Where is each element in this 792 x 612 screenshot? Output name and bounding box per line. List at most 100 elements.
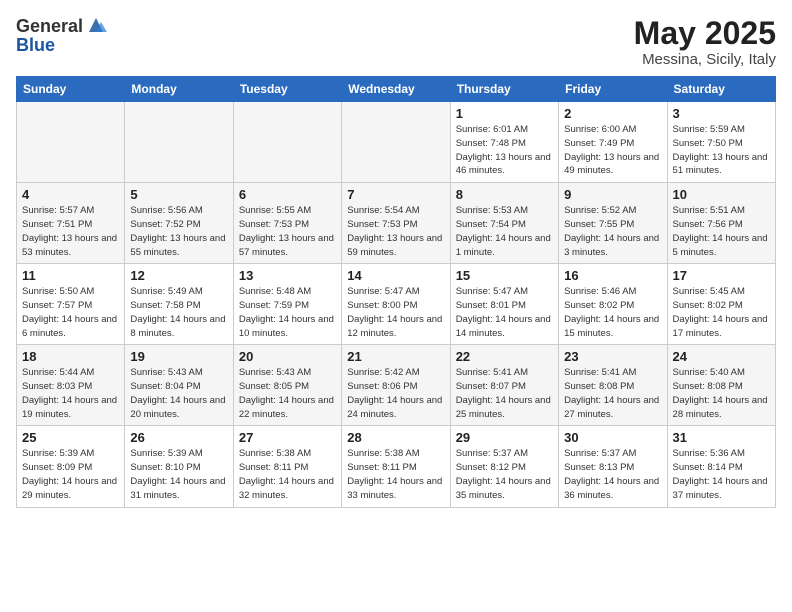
day-info: Sunrise: 6:00 AMSunset: 7:49 PMDaylight:… [564,123,661,178]
day-number: 25 [22,430,119,445]
day-info: Sunrise: 5:39 AMSunset: 8:10 PMDaylight:… [130,447,227,502]
calendar-cell [233,102,341,183]
calendar-cell: 3 Sunrise: 5:59 AMSunset: 7:50 PMDaylight… [667,102,775,183]
calendar-week-row: 1 Sunrise: 6:01 AMSunset: 7:48 PMDaylight… [17,102,776,183]
day-info: Sunrise: 5:37 AMSunset: 8:13 PMDaylight:… [564,447,661,502]
day-number: 15 [456,268,553,283]
calendar-cell: 29Sunrise: 5:37 AMSunset: 8:12 PMDayligh… [450,426,558,507]
calendar-cell: 23 Sunrise: 5:41 AMSunset: 8:08 PMDayligh… [559,345,667,426]
day-number: 6 [239,187,336,202]
logo-icon [85,14,107,36]
title-area: May 2025 Messina, Sicily, Italy [634,16,776,68]
day-info: Sunrise: 5:47 AMSunset: 8:00 PMDaylight:… [347,285,444,340]
calendar-week-row: 25 Sunrise: 5:39 AMSunset: 8:09 PMDayligh… [17,426,776,507]
calendar-cell: 27 Sunrise: 5:38 AMSunset: 8:11 PMDayligh… [233,426,341,507]
day-number: 9 [564,187,661,202]
day-number: 13 [239,268,336,283]
col-tuesday: Tuesday [233,77,341,102]
day-info: Sunrise: 5:46 AMSunset: 8:02 PMDaylight:… [564,285,661,340]
day-info: Sunrise: 5:41 AMSunset: 8:07 PMDaylight:… [456,366,553,421]
calendar-cell: 19Sunrise: 5:43 AMSunset: 8:04 PMDayligh… [125,345,233,426]
calendar-cell: 10 Sunrise: 5:51 AMSunset: 7:56 PMDayligh… [667,183,775,264]
calendar-cell: 15 Sunrise: 5:47 AMSunset: 8:01 PMDayligh… [450,264,558,345]
day-number: 22 [456,349,553,364]
day-number: 10 [673,187,770,202]
day-number: 20 [239,349,336,364]
calendar-cell: 7 Sunrise: 5:54 AMSunset: 7:53 PMDaylight… [342,183,450,264]
calendar-title: May 2025 [634,16,776,51]
day-info: Sunrise: 5:55 AMSunset: 7:53 PMDaylight:… [239,204,336,259]
day-number: 2 [564,106,661,121]
day-info: Sunrise: 5:43 AMSunset: 8:05 PMDaylight:… [239,366,336,421]
day-number: 24 [673,349,770,364]
calendar-cell: 31Sunrise: 5:36 AMSunset: 8:14 PMDayligh… [667,426,775,507]
day-number: 4 [22,187,119,202]
day-number: 18 [22,349,119,364]
day-number: 7 [347,187,444,202]
calendar-week-row: 11 Sunrise: 5:50 AMSunset: 7:57 PMDayligh… [17,264,776,345]
day-number: 17 [673,268,770,283]
day-number: 1 [456,106,553,121]
calendar-subtitle: Messina, Sicily, Italy [634,51,776,68]
calendar-cell: 8 Sunrise: 5:53 AMSunset: 7:54 PMDaylight… [450,183,558,264]
calendar-cell: 30 Sunrise: 5:37 AMSunset: 8:13 PMDayligh… [559,426,667,507]
calendar-cell [342,102,450,183]
day-info: Sunrise: 5:53 AMSunset: 7:54 PMDaylight:… [456,204,553,259]
calendar-cell: 21Sunrise: 5:42 AMSunset: 8:06 PMDayligh… [342,345,450,426]
day-info: Sunrise: 5:50 AMSunset: 7:57 PMDaylight:… [22,285,119,340]
day-number: 14 [347,268,444,283]
day-info: Sunrise: 5:44 AMSunset: 8:03 PMDaylight:… [22,366,119,421]
calendar-cell: 18 Sunrise: 5:44 AMSunset: 8:03 PMDayligh… [17,345,125,426]
calendar-cell: 5Sunrise: 5:56 AMSunset: 7:52 PMDaylight… [125,183,233,264]
day-number: 23 [564,349,661,364]
col-thursday: Thursday [450,77,558,102]
day-info: Sunrise: 5:48 AMSunset: 7:59 PMDaylight:… [239,285,336,340]
day-info: Sunrise: 5:39 AMSunset: 8:09 PMDaylight:… [22,447,119,502]
day-info: Sunrise: 5:40 AMSunset: 8:08 PMDaylight:… [673,366,770,421]
day-number: 19 [130,349,227,364]
header-row: Sunday Monday Tuesday Wednesday Thursday… [17,77,776,102]
day-number: 30 [564,430,661,445]
calendar-cell: 6 Sunrise: 5:55 AMSunset: 7:53 PMDaylight… [233,183,341,264]
day-info: Sunrise: 5:54 AMSunset: 7:53 PMDaylight:… [347,204,444,259]
day-info: Sunrise: 5:41 AMSunset: 8:08 PMDaylight:… [564,366,661,421]
col-monday: Monday [125,77,233,102]
day-info: Sunrise: 5:38 AMSunset: 8:11 PMDaylight:… [347,447,444,502]
day-number: 27 [239,430,336,445]
calendar-cell: 11 Sunrise: 5:50 AMSunset: 7:57 PMDayligh… [17,264,125,345]
day-info: Sunrise: 5:49 AMSunset: 7:58 PMDaylight:… [130,285,227,340]
calendar-cell: 9Sunrise: 5:52 AMSunset: 7:55 PMDaylight… [559,183,667,264]
calendar-cell: 28 Sunrise: 5:38 AMSunset: 8:11 PMDayligh… [342,426,450,507]
day-info: Sunrise: 5:51 AMSunset: 7:56 PMDaylight:… [673,204,770,259]
logo-general: General [16,17,83,35]
day-info: Sunrise: 6:01 AMSunset: 7:48 PMDaylight:… [456,123,553,178]
calendar-cell: 24 Sunrise: 5:40 AMSunset: 8:08 PMDayligh… [667,345,775,426]
day-info: Sunrise: 5:59 AMSunset: 7:50 PMDaylight:… [673,123,770,178]
day-number: 31 [673,430,770,445]
calendar-cell: 1 Sunrise: 6:01 AMSunset: 7:48 PMDaylight… [450,102,558,183]
calendar-cell: 2 Sunrise: 6:00 AMSunset: 7:49 PMDaylight… [559,102,667,183]
day-info: Sunrise: 5:42 AMSunset: 8:06 PMDaylight:… [347,366,444,421]
col-sunday: Sunday [17,77,125,102]
day-number: 12 [130,268,227,283]
calendar-week-row: 4 Sunrise: 5:57 AMSunset: 7:51 PMDaylight… [17,183,776,264]
page-header: General Blue May 2025 Messina, Sicily, I… [16,16,776,68]
calendar-cell: 13 Sunrise: 5:48 AMSunset: 7:59 PMDayligh… [233,264,341,345]
day-info: Sunrise: 5:38 AMSunset: 8:11 PMDaylight:… [239,447,336,502]
day-number: 8 [456,187,553,202]
day-number: 28 [347,430,444,445]
col-saturday: Saturday [667,77,775,102]
day-number: 3 [673,106,770,121]
day-info: Sunrise: 5:37 AMSunset: 8:12 PMDaylight:… [456,447,553,502]
calendar-week-row: 18 Sunrise: 5:44 AMSunset: 8:03 PMDayligh… [17,345,776,426]
col-friday: Friday [559,77,667,102]
calendar-cell: 14 Sunrise: 5:47 AMSunset: 8:00 PMDayligh… [342,264,450,345]
calendar-cell: 26Sunrise: 5:39 AMSunset: 8:10 PMDayligh… [125,426,233,507]
calendar-cell: 20 Sunrise: 5:43 AMSunset: 8:05 PMDayligh… [233,345,341,426]
calendar-cell [17,102,125,183]
day-number: 5 [130,187,227,202]
day-info: Sunrise: 5:47 AMSunset: 8:01 PMDaylight:… [456,285,553,340]
logo-blue: Blue [16,35,55,55]
day-number: 11 [22,268,119,283]
day-info: Sunrise: 5:57 AMSunset: 7:51 PMDaylight:… [22,204,119,259]
